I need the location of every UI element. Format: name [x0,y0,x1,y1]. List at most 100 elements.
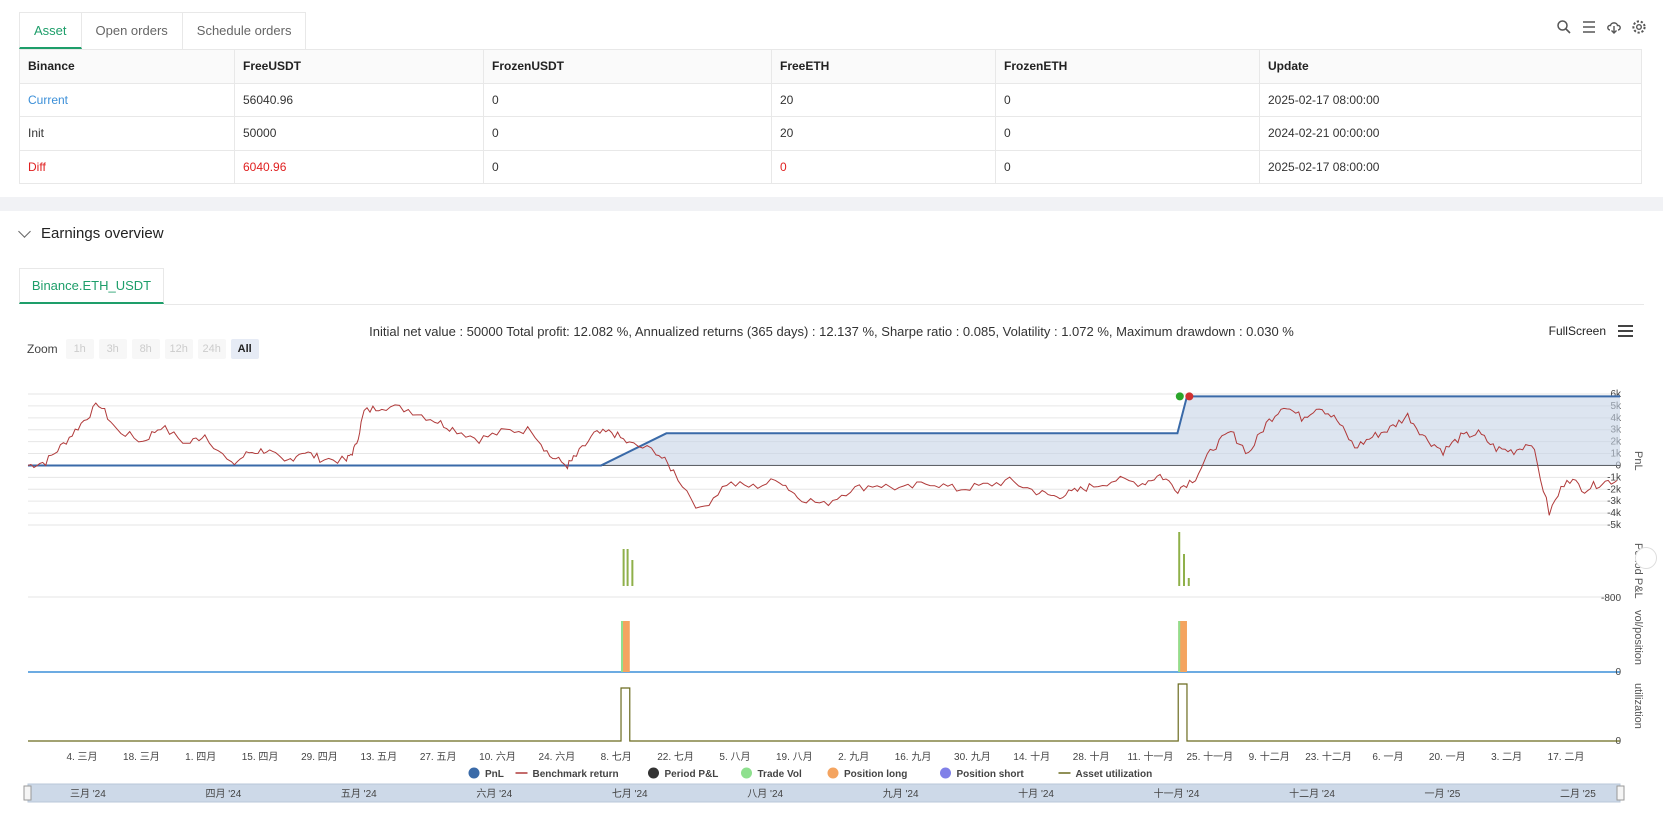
search-icon[interactable] [1556,19,1572,35]
cell-frozen-eth: 0 [995,82,1260,117]
trade-vol-bar [621,621,624,672]
x-tick-label: 8. 七月 [601,751,632,763]
navigator-left-handle [23,785,32,801]
col-frozen-eth: FrozenETH [995,49,1260,84]
scroll-top-button[interactable] [1635,547,1657,569]
navigator-tick-label: 十二月 '24 [1289,787,1335,800]
gear-icon[interactable] [1631,19,1647,35]
sell-marker [1185,392,1194,401]
legend-label: Trade Vol [758,769,802,780]
navigator-tick-label: 五月 '24 [341,788,377,800]
x-tick-label: 10. 六月 [479,751,516,763]
util-axis-title: utilization [1632,683,1644,729]
x-tick-label: 30. 九月 [954,751,991,763]
cell-free-eth: 20 [771,116,996,151]
tab-asset[interactable]: Asset [19,12,82,49]
period-tick-label: -800 [1601,593,1621,604]
x-tick-label: 5. 八月 [719,751,750,763]
legend-marker [940,767,951,779]
row-label-current[interactable]: Current [19,82,235,117]
legend-item-benchmark-return[interactable]: Benchmark return [515,769,619,780]
x-tick-label: 28. 十月 [1073,750,1110,763]
legend-label: Benchmark return [533,769,619,780]
navigator-range [27,783,1621,803]
earnings-chart[interactable]: 6k5k4k3k2k1k0-1k-2k-3k-4k-5kPnL-800Perio… [0,211,1663,825]
col-binance: Binance [19,49,235,84]
legend-label: Asset utilization [1076,769,1153,780]
legend-item-position-long[interactable]: Position long [827,767,908,781]
asset-panel: Asset Open orders Schedule orders Binanc… [0,0,1663,197]
legend-marker [827,767,839,779]
cell-frozen-usdt: 0 [483,116,772,151]
navigator-tick-label: 九月 '24 [883,788,919,800]
table-row: Diff 6040.96 0 0 0 2025-02-17 08:00:00 [19,149,1642,184]
x-tick-label: 18. 三月 [123,751,160,763]
x-tick-label: 22. 七月 [657,751,694,763]
legend-item-asset-utilization[interactable]: Asset utilization [1058,769,1153,780]
toolbar [1556,19,1647,35]
row-label-diff: Diff [19,149,235,184]
x-tick-label: 14. 十月 [1013,750,1050,763]
period-bar [1187,578,1190,586]
pnl-area [28,396,1620,466]
x-tick-label: 6. 一月 [1372,751,1403,763]
buy-marker [1175,392,1184,401]
legend-marker [741,767,752,779]
col-update: Update [1259,49,1642,84]
legend-item-period-p-l[interactable]: Period P&L [648,767,719,781]
period-bar [1178,532,1181,586]
x-tick-label: 1. 四月 [185,751,216,763]
cell-update: 2025-02-17 08:00:00 [1259,82,1642,117]
pnl-tick-label: -3k [1607,496,1622,507]
vol-axis-title: vol/position [1632,610,1644,665]
navigator-tick-label: 七月 '24 [612,788,648,800]
cell-update: 2024-02-21 00:00:00 [1259,116,1642,151]
navigator-tick-label: 一月 '25 [1425,788,1461,800]
x-tick-label: 16. 九月 [895,751,932,763]
cell-update: 2025-02-17 08:00:00 [1259,149,1642,184]
row-label-init: Init [19,116,235,151]
legend-marker [648,767,659,779]
period-bar [1182,554,1185,586]
cell-free-usdt: 6040.96 [234,149,484,184]
legend-item-pnl[interactable]: PnL [468,767,504,781]
cloud-download-icon[interactable] [1606,19,1622,35]
asset-tabs: Asset Open orders Schedule orders [19,12,307,49]
legend-item-position-short[interactable]: Position short [940,767,1025,781]
period-bar [631,560,634,586]
cell-free-usdt: 56040.96 [234,82,484,117]
legend-label: Position short [957,769,1025,780]
navigator-tick-label: 十一月 '24 [1154,787,1200,800]
navigator-right-handle [1616,785,1625,801]
tab-schedule-orders[interactable]: Schedule orders [182,12,307,49]
vol-tick-label: 0 [1615,667,1621,678]
legend-item-trade-vol[interactable]: Trade Vol [741,767,802,781]
cell-frozen-eth: 0 [995,149,1260,184]
x-tick-label: 24. 六月 [539,751,576,763]
x-tick-label: 11. 十一月 [1128,750,1174,763]
x-tick-label: 13. 五月 [360,751,397,763]
pnl-axis-title: PnL [1632,451,1644,471]
navigator-tick-label: 四月 '24 [205,788,241,800]
asset-table: Binance FreeUSDT FrozenUSDT FreeETH Froz… [19,49,1642,184]
legend-label: Period P&L [665,769,719,780]
navigator-tick-label: 八月 '24 [747,788,783,800]
list-icon[interactable] [1581,19,1597,35]
col-free-eth: FreeETH [771,49,996,84]
legend-label: Position long [844,769,907,780]
x-tick-label: 20. 一月 [1429,751,1466,763]
legend-label: PnL [485,769,504,780]
legend-marker [468,767,480,779]
x-tick-label: 29. 四月 [301,751,338,763]
x-tick-label: 15. 四月 [242,751,279,763]
pnl-tick-label: -2k [1607,484,1622,495]
tab-open-orders[interactable]: Open orders [81,12,183,49]
x-tick-label: 9. 十二月 [1249,750,1290,763]
trade-vol-bar [1178,621,1181,672]
cell-free-eth: 20 [771,82,996,117]
col-frozen-usdt: FrozenUSDT [483,49,772,84]
x-tick-label: 2. 九月 [838,751,869,763]
period-bar [622,549,625,586]
col-free-usdt: FreeUSDT [234,49,484,84]
cell-free-usdt: 50000 [234,116,484,151]
